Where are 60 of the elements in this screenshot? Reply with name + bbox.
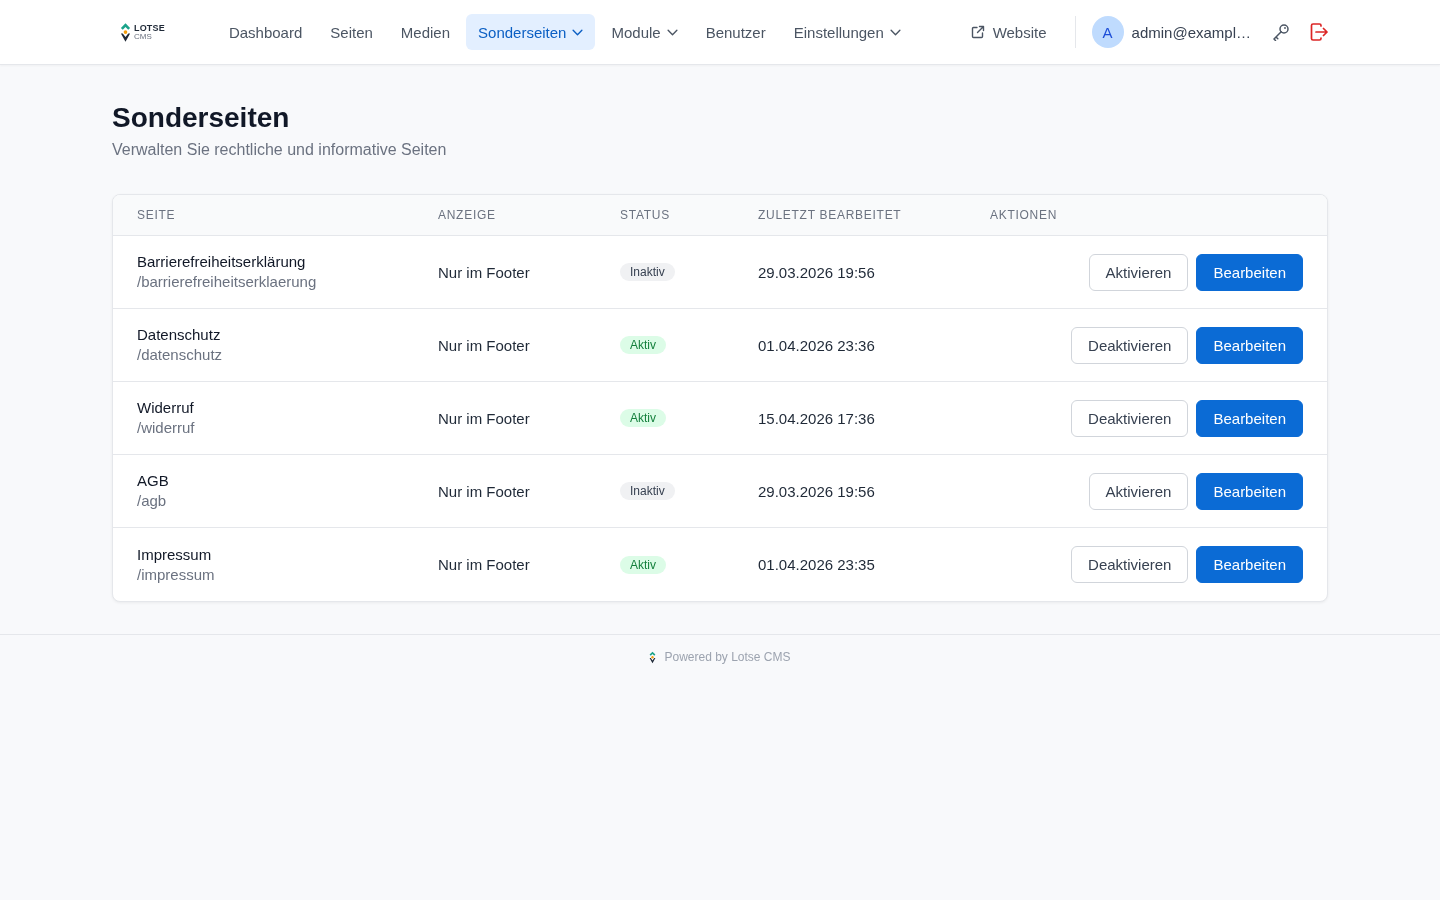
display-cell-text: Nur im Footer xyxy=(438,556,531,573)
date-cell-text: 29.03.2026 19:56 xyxy=(758,482,876,500)
toggle-button[interactable]: Deaktivieren xyxy=(1071,546,1189,583)
logo-icon xyxy=(649,650,657,664)
date-cell-text: 01.04.2026 23:35 xyxy=(758,556,876,573)
page-slug: /datenschutz xyxy=(137,345,224,365)
key-icon[interactable] xyxy=(1272,23,1290,41)
page-slug: /agb xyxy=(137,491,168,511)
edit-button[interactable]: Bearbeiten xyxy=(1196,326,1303,364)
user-avatar[interactable]: A xyxy=(1091,16,1124,48)
user-email: admin@exampl… xyxy=(1131,23,1251,41)
edit-button[interactable]: Bearbeiten xyxy=(1196,546,1303,583)
logo-subtext: CMS xyxy=(134,32,153,41)
date-cell-text: 01.04.2026 23:36 xyxy=(758,336,876,354)
page-name: Impressum xyxy=(137,544,213,565)
column-header: SEITE xyxy=(137,208,177,222)
footer-text: Powered by Lotse CMS xyxy=(664,650,791,664)
toggle-button[interactable]: Aktivieren xyxy=(1088,472,1189,510)
page-title: Sonderseiten xyxy=(112,101,291,135)
column-header: STATUS xyxy=(620,208,671,222)
status-badge: Inaktiv xyxy=(620,263,675,281)
nav-link[interactable]: Medien xyxy=(388,14,463,50)
nav-link[interactable]: Seiten xyxy=(318,14,385,50)
page-subtitle: Verwalten Sie rechtliche und informative Seiten xyxy=(112,140,448,160)
display-cell-text: Nur im Footer xyxy=(438,336,531,354)
external-link-icon xyxy=(970,25,985,39)
edit-button[interactable]: Bearbeiten xyxy=(1196,472,1303,510)
status-badge: Aktiv xyxy=(620,409,666,427)
nav-link[interactable]: Module xyxy=(599,14,690,50)
nav-link[interactable]: Dashboard xyxy=(216,14,315,50)
status-badge: Aktiv xyxy=(620,336,666,354)
page-slug: /barrierefreiheitserklaerung xyxy=(137,272,318,292)
edit-button[interactable]: Bearbeiten xyxy=(1196,253,1303,291)
page-name: AGB xyxy=(137,471,170,491)
date-cell-text: 15.04.2026 17:36 xyxy=(758,409,876,427)
status-badge: Aktiv xyxy=(620,555,666,574)
nav-link[interactable]: Benutzer xyxy=(693,14,778,50)
column-header: ZULETZT BEARBEITET xyxy=(758,208,903,222)
logo-text: LOTSE xyxy=(134,23,165,33)
date-cell-text: 29.03.2026 19:56 xyxy=(758,263,876,281)
logo-icon xyxy=(120,22,131,42)
status-badge: Inaktiv xyxy=(620,482,675,500)
column-header: AKTIONEN xyxy=(990,208,1059,222)
column-header: ANZEIGE xyxy=(438,208,497,222)
nav-link[interactable]: Einstellungen xyxy=(781,14,913,50)
page-name: Widerruf xyxy=(137,398,195,418)
page-slug: /impressum xyxy=(137,564,216,585)
edit-button[interactable]: Bearbeiten xyxy=(1196,399,1303,437)
display-cell-text: Nur im Footer xyxy=(438,263,531,281)
toggle-button[interactable]: Deaktivieren xyxy=(1071,399,1189,437)
page-slug: /widerruf xyxy=(137,418,196,438)
page-name: Datenschutz xyxy=(137,325,222,345)
page-name: Barrierefreiheitserklärung xyxy=(137,252,307,272)
toggle-button[interactable]: Deaktivieren xyxy=(1071,326,1189,364)
display-cell-text: Nur im Footer xyxy=(438,409,531,427)
toggle-button[interactable]: Aktivieren xyxy=(1088,253,1189,291)
website-link[interactable]: Website xyxy=(970,15,1047,49)
logout-icon[interactable] xyxy=(1310,23,1328,41)
nav-link[interactable]: Sonderseiten xyxy=(466,14,596,50)
display-cell-text: Nur im Footer xyxy=(438,482,531,500)
